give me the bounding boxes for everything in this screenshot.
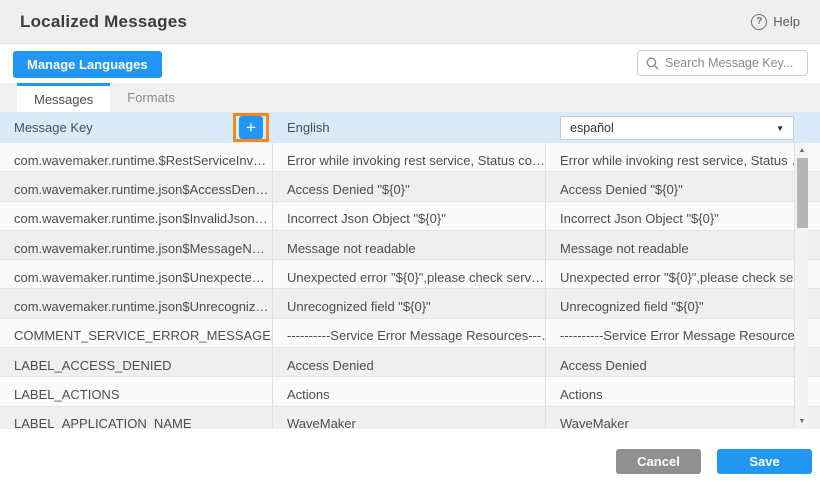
message-key-cell[interactable]: com.wavemaker.runtime.json$Unrecogniz… [0,289,273,317]
column-header-language: español ▼ [546,112,820,143]
english-value-cell[interactable]: ----------Service Error Message Resource… [273,319,546,347]
message-key-cell[interactable]: com.wavemaker.runtime.json$AccessDen… [0,172,273,200]
english-value-cell[interactable]: Access Denied [273,348,546,376]
localized-value-cell[interactable]: Access Denied [546,348,820,376]
table-row: com.wavemaker.runtime.json$InvalidJson…I… [0,202,820,231]
help-label: Help [773,14,800,29]
english-value-cell[interactable]: Incorrect Json Object "${0}" [273,202,546,230]
save-button[interactable]: Save [717,449,812,474]
search-box[interactable] [637,50,808,76]
message-key-cell[interactable]: com.wavemaker.runtime.json$MessageN… [0,231,273,259]
manage-languages-button[interactable]: Manage Languages [13,51,162,78]
message-key-cell[interactable]: com.wavemaker.runtime.$RestServiceInv… [0,143,273,171]
message-key-cell[interactable]: LABEL_ACTIONS [0,377,273,405]
localized-value-cell[interactable]: Access Denied "${0}" [546,172,820,200]
tab-messages[interactable]: Messages [17,83,110,112]
column-header-english: English [273,112,546,143]
column-header-message-key: Message Key + [0,112,273,143]
english-value-cell[interactable]: Error while invoking rest service, Statu… [273,143,546,171]
scrollbar-thumb[interactable] [797,158,808,228]
message-key-cell[interactable]: com.wavemaker.runtime.json$InvalidJson… [0,202,273,230]
tab-formats[interactable]: Formats [110,83,192,112]
table-row: com.wavemaker.runtime.json$AccessDen…Acc… [0,172,820,201]
table-row: com.wavemaker.runtime.json$MessageN…Mess… [0,231,820,260]
table-row: com.wavemaker.runtime.json$Unrecogniz…Un… [0,289,820,318]
scroll-down-icon[interactable]: ▼ [795,415,809,428]
language-select-value: español [570,121,614,135]
english-value-cell[interactable]: Actions [273,377,546,405]
english-value-cell[interactable]: Message not readable [273,231,546,259]
dialog-footer: Cancel Save [0,449,820,474]
english-value-cell[interactable]: WaveMaker [273,407,546,429]
message-key-cell[interactable]: com.wavemaker.runtime.json$Unexpecte… [0,260,273,288]
chevron-down-icon: ▼ [776,124,784,133]
add-message-key-button[interactable]: + [239,116,263,139]
search-icon [646,57,659,70]
cancel-button[interactable]: Cancel [616,449,701,474]
english-value-cell[interactable]: Access Denied "${0}" [273,172,546,200]
toolbar: Manage Languages [0,44,820,83]
localized-value-cell[interactable]: Error while invoking rest service, Statu… [546,143,820,171]
grid-body: com.wavemaker.runtime.$RestServiceInv…Er… [0,143,820,429]
language-select[interactable]: español ▼ [560,116,794,140]
page-title: Localized Messages [20,12,187,32]
table-row: LABEL_APPLICATION_NAMEWaveMakerWaveMaker [0,407,820,429]
localized-value-cell[interactable]: Unexpected error "${0}",please check se… [546,260,820,288]
tab-bar: Messages Formats [0,83,820,112]
table-row: com.wavemaker.runtime.$RestServiceInv…Er… [0,143,820,172]
localized-messages-dialog: Localized Messages ? Help Manage Languag… [0,0,820,490]
add-key-highlight-ring: + [233,113,269,142]
title-bar: Localized Messages ? Help [0,0,820,44]
grid-rows: com.wavemaker.runtime.$RestServiceInv…Er… [0,143,820,429]
localized-value-cell[interactable]: ----------Service Error Message Resource… [546,319,820,347]
help-icon: ? [751,14,767,30]
english-value-cell[interactable]: Unexpected error "${0}",please check ser… [273,260,546,288]
localized-value-cell[interactable]: WaveMaker [546,407,820,429]
table-row: LABEL_ACCESS_DENIEDAccess DeniedAccess D… [0,348,820,377]
message-key-cell[interactable]: LABEL_ACCESS_DENIED [0,348,273,376]
table-row: LABEL_ACTIONSActionsActions [0,377,820,406]
grid-header: Message Key + English español ▼ [0,112,820,143]
localized-value-cell[interactable]: Actions [546,377,820,405]
english-value-cell[interactable]: Unrecognized field "${0}" [273,289,546,317]
localized-value-cell[interactable]: Message not readable [546,231,820,259]
scroll-up-icon[interactable]: ▲ [795,144,809,157]
message-key-cell[interactable]: COMMENT_SERVICE_ERROR_MESSAGES [0,319,273,347]
search-input[interactable] [665,56,799,70]
message-key-cell[interactable]: LABEL_APPLICATION_NAME [0,407,273,429]
table-row: com.wavemaker.runtime.json$Unexpecte…Une… [0,260,820,289]
help-button[interactable]: ? Help [751,14,800,30]
vertical-scrollbar[interactable]: ▲ ▼ [794,143,808,429]
localized-value-cell[interactable]: Unrecognized field "${0}" [546,289,820,317]
table-row: COMMENT_SERVICE_ERROR_MESSAGES----------… [0,319,820,348]
localized-value-cell[interactable]: Incorrect Json Object "${0}" [546,202,820,230]
